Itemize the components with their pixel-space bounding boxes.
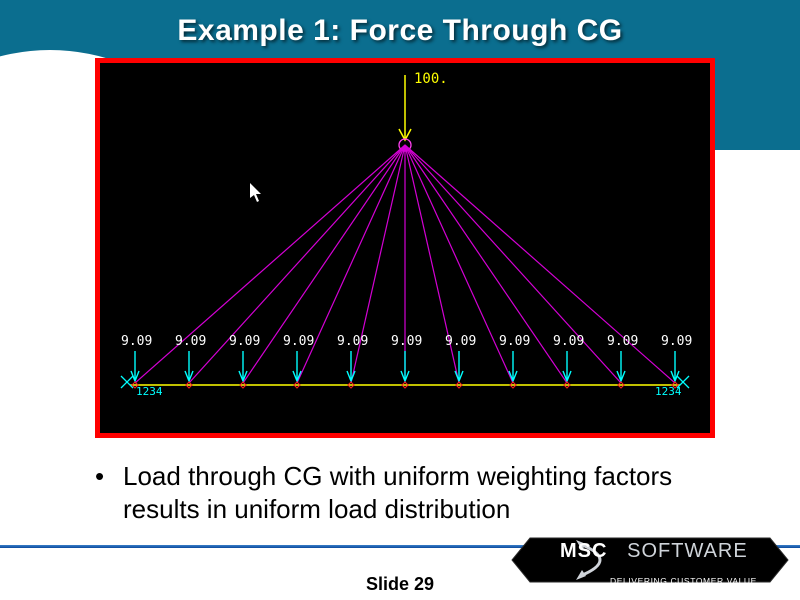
bullet-list: • Load through CG with uniform weighting… — [95, 460, 750, 525]
diagram-frame: 100. — [95, 58, 715, 438]
axis-right-label: 1234 — [655, 385, 682, 398]
fea-viewport: 100. — [100, 63, 710, 433]
node-force-label: 9.09 — [229, 334, 260, 349]
force-diagram: 100. — [100, 63, 710, 433]
slide-title: Example 1: Force Through CG — [0, 14, 800, 48]
node-force-label: 9.09 — [661, 334, 692, 349]
logo-tagline: DELIVERING CUSTOMER VALUE — [610, 576, 757, 586]
node-force-label: 9.09 — [445, 334, 476, 349]
node-force-label: 9.09 — [553, 334, 584, 349]
logo-brand-b: SOFTWARE — [627, 540, 748, 562]
bullet-text: Load through CG with uniform weighting f… — [123, 460, 750, 525]
cursor-icon — [250, 183, 264, 203]
node-force-label: 9.09 — [337, 334, 368, 349]
node-force-label: 9.09 — [607, 334, 638, 349]
node-force-label: 9.09 — [391, 334, 422, 349]
axis-left-label: 1234 — [136, 385, 163, 398]
node-force-label: 9.09 — [499, 334, 530, 349]
bullet-dot: • — [95, 460, 123, 525]
logo-brand-a: MSC — [560, 540, 607, 562]
msc-software-logo: MSC SOFTWARE DELIVERING CUSTOMER VALUE — [510, 532, 790, 594]
applied-force-label: 100. — [414, 71, 448, 87]
logo-text: MSC SOFTWARE — [560, 540, 748, 563]
bullet-item: • Load through CG with uniform weighting… — [95, 460, 750, 525]
node-force-label: 9.09 — [175, 334, 206, 349]
node-force-label: 9.09 — [283, 334, 314, 349]
node-force-label: 9.09 — [121, 334, 152, 349]
